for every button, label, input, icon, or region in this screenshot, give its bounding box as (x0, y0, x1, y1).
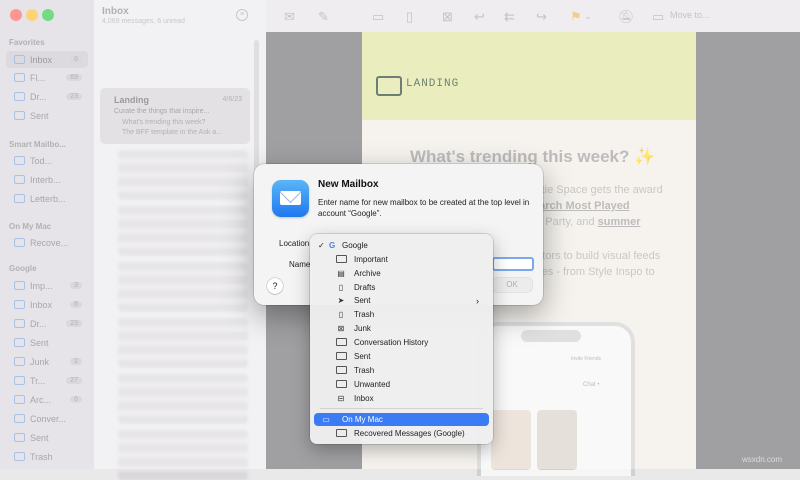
ok-button[interactable]: OK (492, 278, 532, 292)
menu-item-label: Google (342, 241, 368, 250)
location-label: Location (279, 239, 310, 248)
menu-item-conversation-history[interactable]: Conversation History (314, 336, 489, 349)
folder-icon (335, 365, 347, 376)
folder-icon (335, 379, 347, 390)
menu-item-label: Sent (354, 352, 371, 361)
computer-icon: ▭ (322, 415, 330, 424)
menu-item-label: Unwanted (354, 380, 391, 389)
name-label: Name (289, 260, 311, 269)
menu-item-sent[interactable]: ➤ Sent › (314, 294, 489, 307)
menu-separator (320, 408, 483, 409)
junk-icon: ⊠ (337, 324, 345, 333)
menu-item-label: Important (354, 255, 388, 264)
folder-icon (335, 337, 347, 348)
menu-item-unwanted[interactable]: Unwanted (314, 378, 489, 391)
menu-item-inbox[interactable]: ⊟ Inbox (314, 392, 489, 405)
menu-item-label: Sent (354, 296, 371, 305)
google-icon: G (329, 241, 336, 250)
drafts-icon: ▯ (338, 283, 344, 292)
menu-item-drafts[interactable]: ▯ Drafts (314, 281, 489, 294)
chevron-right-icon: › (476, 295, 479, 306)
checkmark-icon: ✓ (318, 241, 325, 250)
inbox-icon: ⊟ (337, 394, 345, 403)
menu-item-label: Archive (354, 269, 381, 278)
folder-icon (335, 428, 347, 439)
menu-item-recovered-messages[interactable]: Recovered Messages (Google) (314, 427, 489, 440)
menu-item-label: On My Mac (342, 415, 383, 424)
menu-item-archive[interactable]: ▤ Archive (314, 267, 489, 280)
menu-item-on-my-mac[interactable]: ▭ On My Mac (314, 413, 489, 426)
menu-item-label: Inbox (354, 394, 374, 403)
menu-item-label: Conversation History (354, 338, 429, 347)
menu-item-label: Trash (354, 366, 375, 375)
archive-icon: ▤ (337, 269, 345, 278)
menu-item-trash-folder[interactable]: Trash (314, 364, 489, 377)
folder-icon (335, 254, 347, 265)
menu-item-label: Trash (354, 310, 375, 319)
dialog-title: New Mailbox (318, 179, 379, 190)
trash-icon: ▯ (338, 310, 344, 319)
folder-icon (335, 351, 347, 362)
menu-item-label: Recovered Messages (Google) (354, 429, 465, 438)
help-button[interactable]: ? (267, 278, 283, 294)
mail-app-icon (272, 180, 309, 217)
envelope-icon (279, 181, 302, 205)
menu-item-junk[interactable]: ⊠ Junk (314, 322, 489, 335)
sent-icon: ➤ (337, 296, 345, 305)
menu-item-label: Drafts (354, 283, 376, 292)
menu-item-important[interactable]: Important (314, 253, 489, 266)
location-dropdown-menu: ✓ G Google Important ▤ Archive ▯ Drafts ➤ S… (310, 234, 493, 444)
mailbox-name-input[interactable] (492, 257, 534, 271)
menu-item-google-account[interactable]: ✓ G Google (314, 239, 489, 252)
menu-item-sent-folder[interactable]: Sent (314, 350, 489, 363)
menu-item-trash[interactable]: ▯ Trash (314, 308, 489, 321)
watermark: wsxdn.com (742, 455, 783, 464)
menu-item-label: Junk (354, 324, 371, 333)
dialog-message: Enter name for new mailbox to be created… (318, 198, 530, 218)
